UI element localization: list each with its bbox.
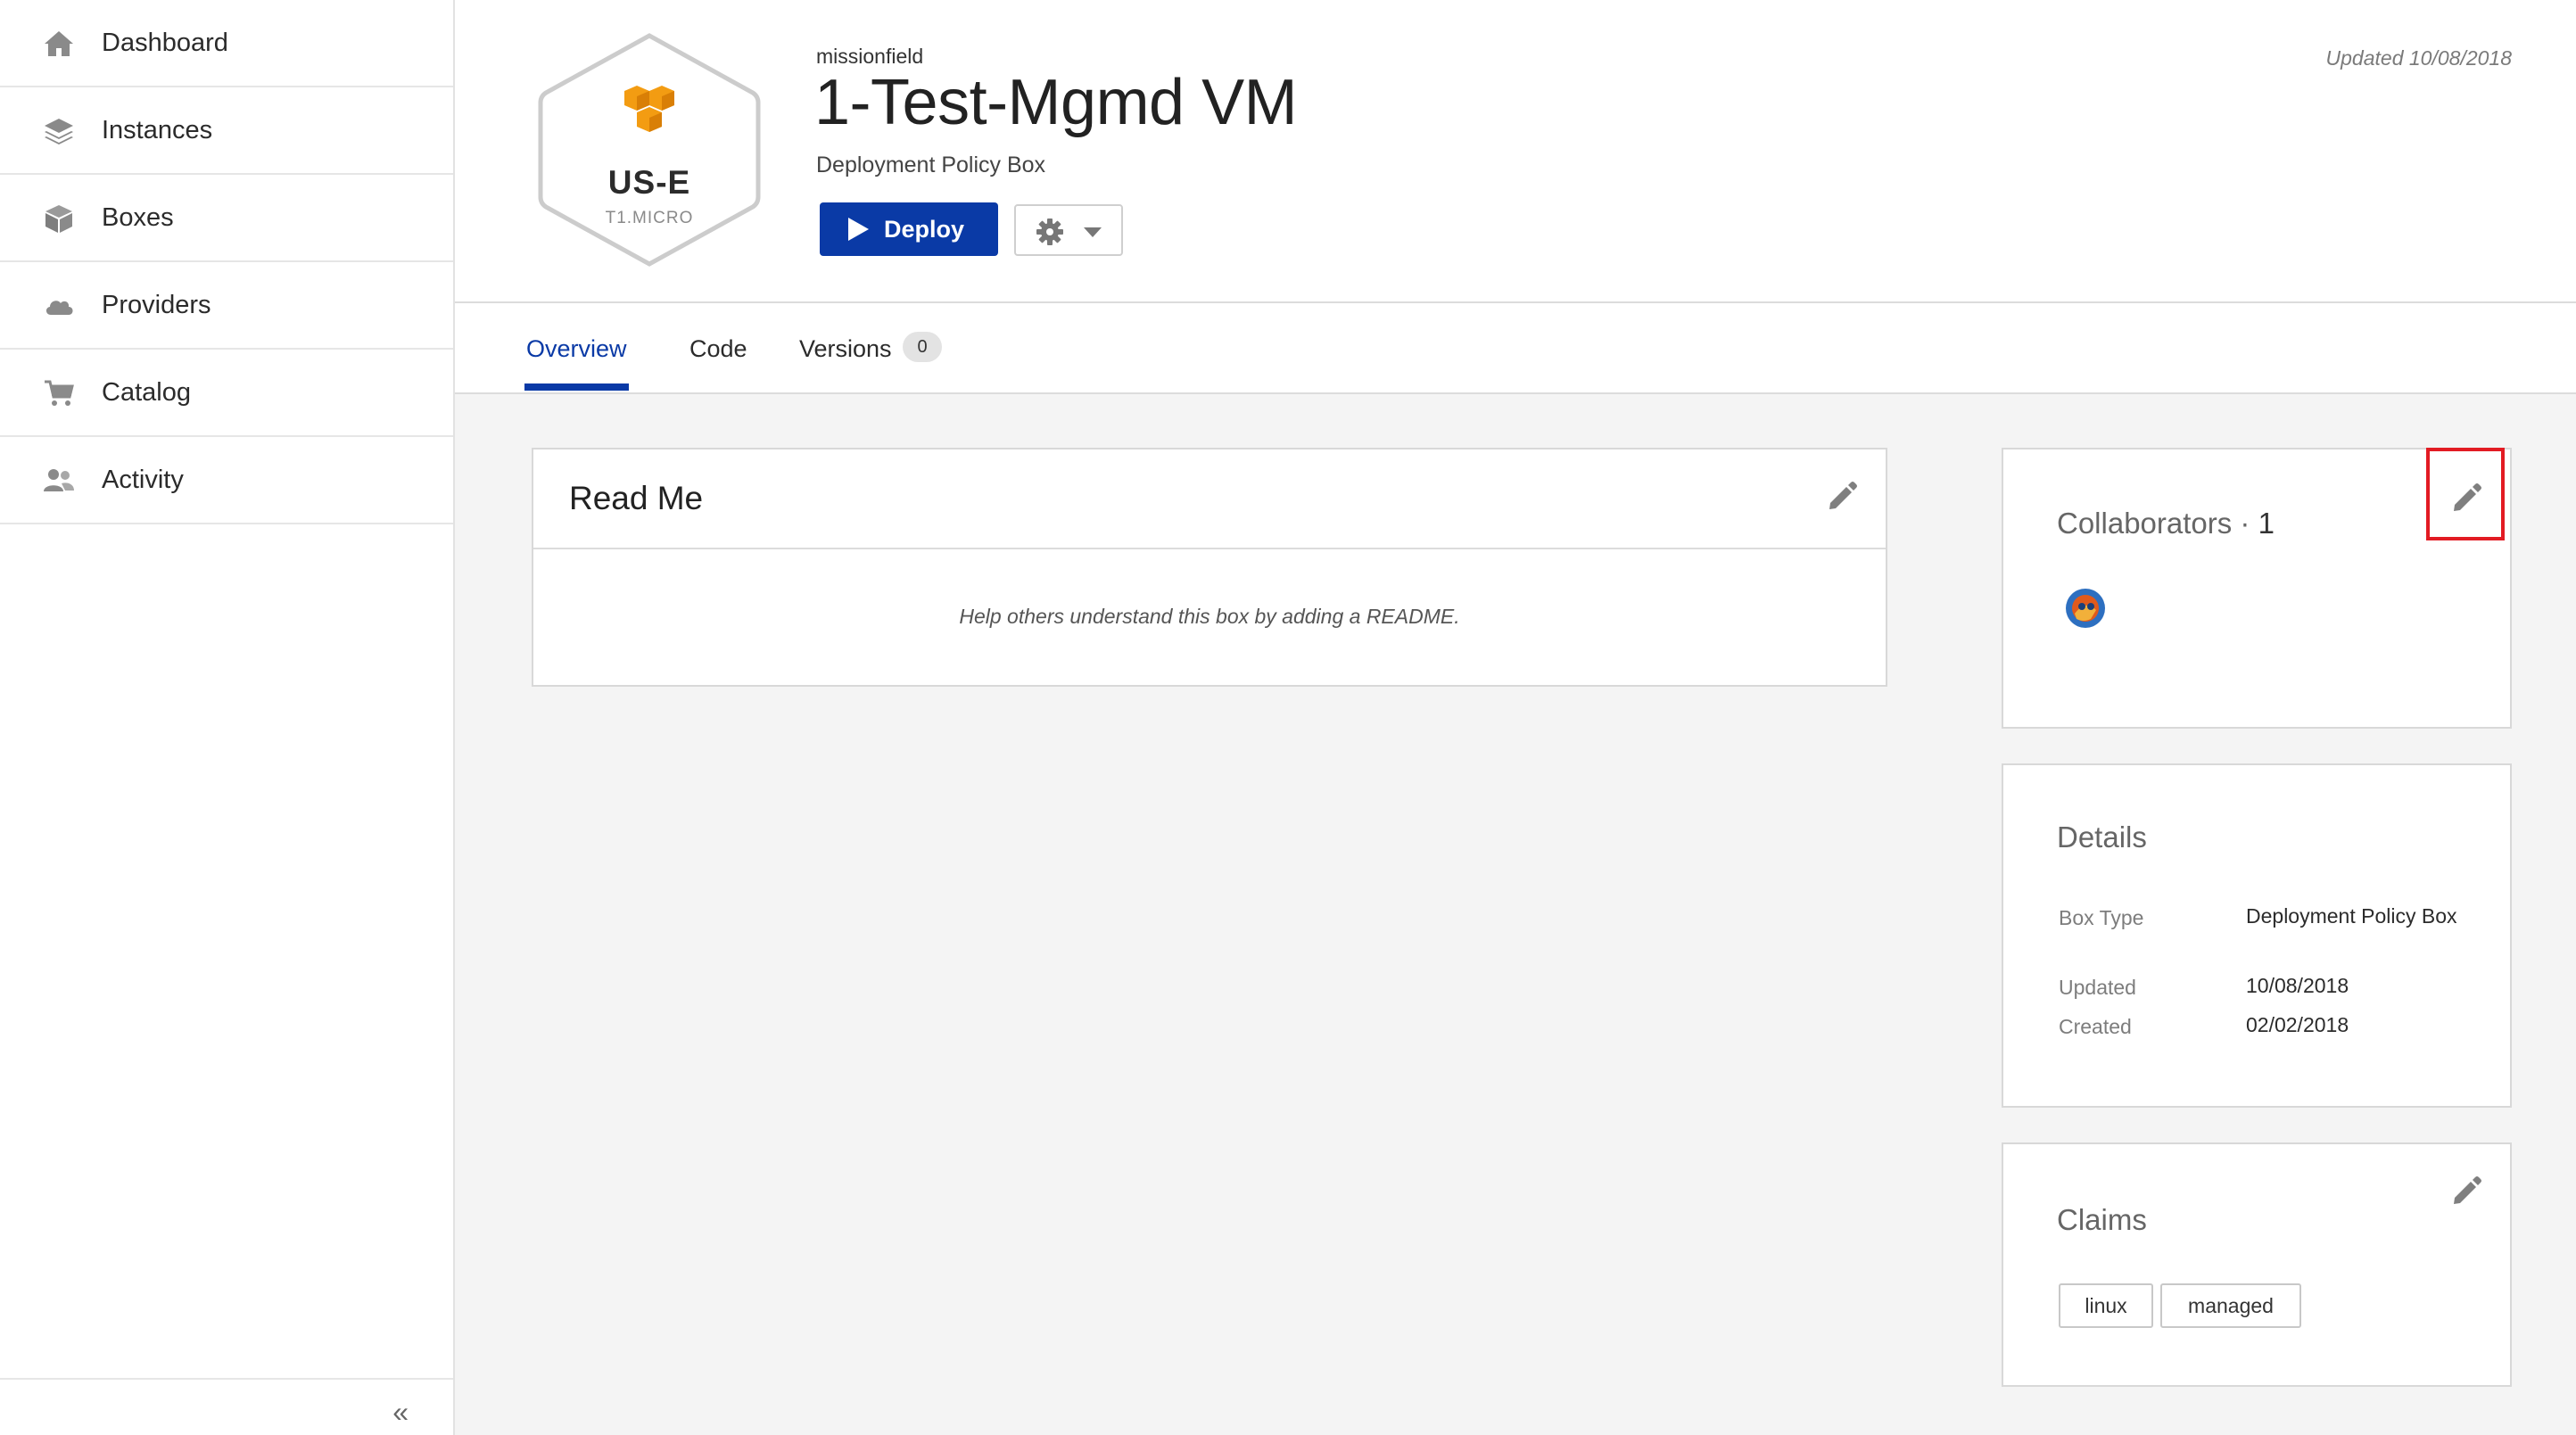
updated-timestamp: Updated 10/08/2018: [2325, 46, 2512, 70]
details-card: Details Box Type Deployment Policy Box U…: [2002, 763, 2512, 1108]
settings-dropdown-button[interactable]: [1014, 204, 1123, 256]
tab-code[interactable]: Code: [689, 335, 747, 363]
claim-tag[interactable]: linux: [2059, 1283, 2153, 1328]
edit-claims-pencil-icon[interactable]: [2451, 1175, 2481, 1205]
tab-versions[interactable]: Versions: [799, 335, 892, 363]
aws-cubes-icon: [619, 84, 680, 139]
tab-bar: Overview Code Versions 0: [455, 303, 2576, 394]
details-value-created: 02/02/2018: [2246, 1013, 2349, 1036]
sidebar-item-activity[interactable]: Activity: [0, 437, 453, 524]
box-header: US-E T1.MICRO missionfield 1-Test-Mgmd V…: [455, 0, 2576, 303]
collaborator-avatar[interactable]: [2064, 587, 2107, 630]
claim-tag[interactable]: managed: [2160, 1283, 2301, 1328]
claims-title: Claims: [2057, 1203, 2147, 1236]
sidebar-item-label: Dashboard: [102, 28, 228, 57]
details-value-updated: 10/08/2018: [2246, 974, 2349, 997]
readme-card: Read Me Help others understand this box …: [532, 448, 1887, 687]
layers-icon: [43, 115, 75, 147]
region-label: US-E: [607, 164, 691, 201]
collapse-sidebar-button[interactable]: «: [392, 1396, 409, 1429]
details-label-updated: Updated: [2059, 976, 2136, 999]
sidebar-footer: «: [0, 1378, 453, 1435]
page-title: 1-Test-Mgmd VM: [814, 67, 1298, 138]
owner-link[interactable]: missionfield: [816, 45, 923, 69]
active-tab-indicator: [524, 383, 629, 391]
sidebar-item-label: Boxes: [102, 202, 174, 232]
sidebar-item-label: Activity: [102, 465, 184, 494]
sidebar-item-label: Providers: [102, 290, 211, 319]
readme-title: Read Me: [569, 480, 704, 516]
chevron-down-icon: [1084, 227, 1102, 238]
deploy-button[interactable]: Deploy: [820, 202, 998, 256]
sidebar-item-instances[interactable]: Instances: [0, 87, 453, 175]
sidebar-item-catalog[interactable]: Catalog: [0, 350, 453, 437]
cloud-icon: [43, 290, 75, 322]
users-icon: [43, 465, 75, 497]
sidebar-item-dashboard[interactable]: Dashboard: [0, 0, 453, 87]
details-title: Details: [2057, 821, 2147, 854]
box-icon: [43, 202, 75, 235]
claims-card: Claims linux managed: [2002, 1142, 2512, 1387]
box-hexagon-badge: US-E T1.MICRO: [530, 30, 769, 269]
cart-icon: [43, 377, 75, 409]
sidebar-item-boxes[interactable]: Boxes: [0, 175, 453, 262]
collaborators-title-text: Collaborators ·: [2057, 507, 2258, 540]
details-value-box-type: Deployment Policy Box: [2246, 904, 2457, 928]
details-label-created: Created: [2059, 1015, 2132, 1038]
versions-count-badge: 0: [903, 332, 942, 362]
collaborators-title: Collaborators · 1: [2057, 507, 2275, 540]
play-icon: [846, 217, 870, 242]
sidebar-item-label: Catalog: [102, 377, 191, 407]
box-type-label: Deployment Policy Box: [816, 153, 1046, 177]
edit-readme-pencil-icon[interactable]: [1827, 480, 1857, 510]
sidebar: Dashboard Instances Boxes Providers Cata…: [0, 0, 455, 1435]
deploy-label: Deploy: [884, 215, 965, 243]
gear-icon: [1036, 218, 1064, 246]
sidebar-item-providers[interactable]: Providers: [0, 262, 453, 350]
details-label-box-type: Box Type: [2059, 906, 2144, 929]
sidebar-item-label: Instances: [102, 115, 213, 144]
instance-size-label: T1.MICRO: [605, 209, 694, 227]
collaborators-count: 1: [2258, 507, 2275, 540]
home-icon: [43, 28, 75, 60]
readme-empty-message: Help others understand this box by addin…: [959, 605, 1460, 628]
tab-overview[interactable]: Overview: [526, 335, 627, 363]
edit-collaborators-highlight: [2426, 448, 2505, 540]
readme-header: Read Me: [533, 449, 1886, 549]
